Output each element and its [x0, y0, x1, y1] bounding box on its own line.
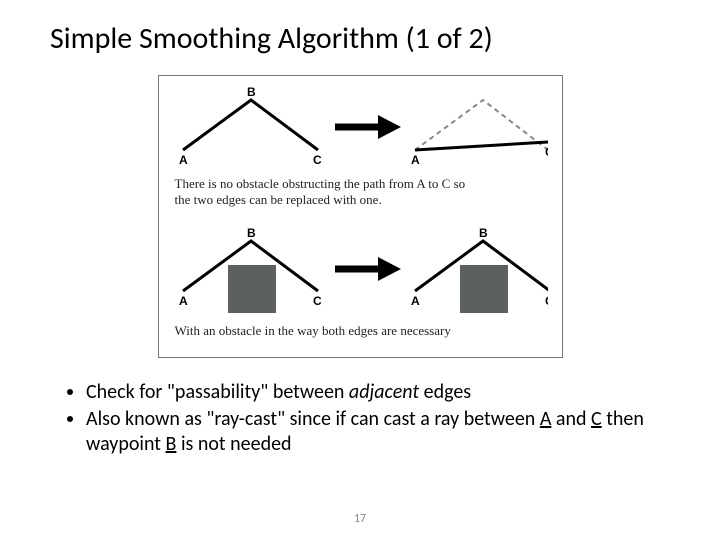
label-row2-left-B: B [247, 226, 256, 240]
caption-row1-line2: the two edges can be replaced with one. [175, 192, 382, 207]
bullet-2-pre: Also known as "ray-cast" since if can ca… [86, 407, 540, 431]
figure-box: A B C A C There is no obstacle obstructi… [158, 75, 563, 358]
caption-row1: There is no obstacle obstructing the pat… [175, 176, 548, 209]
bullet-2-C: C [591, 407, 602, 431]
diagram-row1: A B C A C [173, 82, 548, 172]
label-row1-right-C: C [545, 145, 548, 159]
label-row1-right-A: A [411, 153, 420, 167]
bullet-2-B: B [166, 432, 177, 456]
bullet-2-A: A [540, 407, 552, 431]
label-row1-left-A: A [179, 153, 188, 167]
diagram-row2: A B C A B C [173, 219, 548, 319]
slide: Simple Smoothing Algorithm (1 of 2) A B … [0, 0, 720, 540]
bullet-1-post: edges [419, 380, 471, 404]
bullet-1: Check for "passability" between adjacent… [86, 380, 670, 405]
bullet-2-post: is not needed [176, 432, 291, 456]
label-row2-left-C: C [313, 294, 322, 308]
bullet-1-pre: Check for "passability" between [86, 380, 349, 404]
caption-row1-line1: There is no obstacle obstructing the pat… [175, 176, 466, 191]
bullet-1-adjacent: adjacent [349, 380, 419, 404]
page-number: 17 [0, 512, 720, 526]
label-row1-left-B: B [247, 85, 256, 99]
bullet-2-mid: and [551, 407, 591, 431]
slide-title: Simple Smoothing Algorithm (1 of 2) [50, 20, 670, 57]
label-row2-right-C: C [545, 294, 548, 308]
figure-container: A B C A C There is no obstacle obstructi… [50, 75, 670, 358]
label-row2-right-A: A [411, 294, 420, 308]
caption-row2: With an obstacle in the way both edges a… [175, 323, 548, 339]
label-row2-left-A: A [179, 294, 188, 308]
bullet-2: Also known as "ray-cast" since if can ca… [86, 407, 670, 457]
bullet-list: Check for "passability" between adjacent… [50, 380, 670, 457]
label-row1-left-C: C [313, 153, 322, 167]
label-row2-right-B: B [479, 226, 488, 240]
